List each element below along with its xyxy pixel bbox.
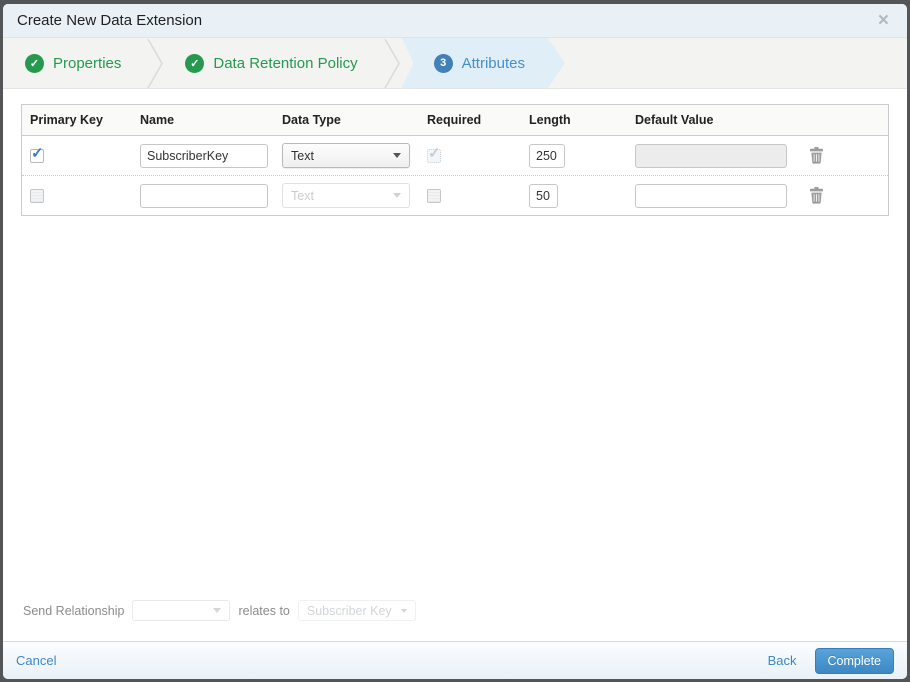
caret-down-icon (213, 608, 222, 613)
table-row: Text (22, 175, 888, 215)
trash-icon[interactable] (809, 147, 824, 164)
step-properties[interactable]: ✓ Properties (3, 38, 147, 88)
step-attributes[interactable]: 3 Attributes (402, 38, 565, 88)
subscriber-key-select: Subscriber Key (297, 600, 416, 621)
step-label: Data Retention Policy (213, 54, 358, 72)
required-checkbox[interactable] (427, 188, 441, 203)
send-relationship-row: Send Relationship relates to Subscriber … (21, 600, 889, 633)
step-data-retention-policy[interactable]: ✓ Data Retention Policy (163, 38, 383, 88)
column-header-actions (795, 112, 888, 128)
required-checkbox: ✓ (427, 145, 441, 163)
subscriber-key-value: Subscriber Key (306, 603, 392, 618)
step-separator-chevron (147, 38, 164, 88)
attributes-table: Primary Key Name Data Type Required Leng… (21, 104, 889, 216)
column-header-default-value: Default Value (635, 113, 714, 127)
data-type-value: Text (291, 188, 314, 203)
close-icon[interactable]: × (874, 9, 893, 32)
column-header-required: Required (427, 113, 482, 127)
table-row: ✓ Text ✓ (22, 136, 888, 175)
default-value-input[interactable] (635, 183, 787, 208)
complete-button[interactable]: Complete (814, 647, 894, 674)
dialog-titlebar: Create New Data Extension × (3, 4, 907, 38)
back-link[interactable]: Back (768, 653, 797, 668)
check-icon: ✓ (428, 144, 441, 162)
primary-key-checkbox[interactable]: ✓ (30, 145, 44, 163)
column-header-length: Length (529, 113, 571, 127)
caret-down-icon (393, 153, 401, 158)
length-input[interactable] (529, 143, 565, 168)
caret-down-icon (400, 608, 407, 613)
dialog-footer: Cancel Back Complete (3, 641, 907, 679)
length-input[interactable] (529, 183, 558, 208)
data-type-value: Text (291, 148, 314, 163)
column-header-data-type: Data Type (282, 113, 341, 127)
caret-down-icon (393, 193, 401, 198)
wizard-step-bar: ✓ Properties ✓ Data Retention Policy 3 A… (3, 38, 907, 89)
check-icon: ✓ (25, 53, 44, 73)
send-relationship-field-select (132, 600, 231, 621)
step-label: Properties (53, 54, 122, 72)
create-data-extension-dialog: Create New Data Extension × ✓ Properties… (3, 4, 907, 679)
check-icon: ✓ (31, 144, 44, 162)
dialog-content: Primary Key Name Data Type Required Leng… (3, 89, 907, 641)
column-header-name: Name (140, 113, 175, 127)
column-header-primary-key: Primary Key (30, 113, 103, 127)
primary-key-checkbox[interactable] (30, 188, 44, 203)
step-separator-chevron (383, 38, 400, 88)
check-icon: ✓ (185, 53, 205, 73)
send-relationship-label: Send Relationship (23, 603, 125, 618)
name-input[interactable] (140, 183, 268, 208)
data-type-select[interactable]: Text (282, 143, 410, 168)
cancel-link[interactable]: Cancel (16, 653, 56, 668)
default-value-input (635, 143, 787, 168)
dialog-title: Create New Data Extension (17, 12, 203, 29)
name-input[interactable] (140, 143, 268, 168)
table-header-row: Primary Key Name Data Type Required Leng… (22, 105, 888, 136)
data-type-select: Text (282, 183, 410, 208)
trash-icon[interactable] (809, 187, 824, 204)
step-number-badge: 3 (434, 54, 453, 73)
relates-to-label: relates to (238, 603, 290, 618)
step-label: Attributes (461, 54, 525, 72)
